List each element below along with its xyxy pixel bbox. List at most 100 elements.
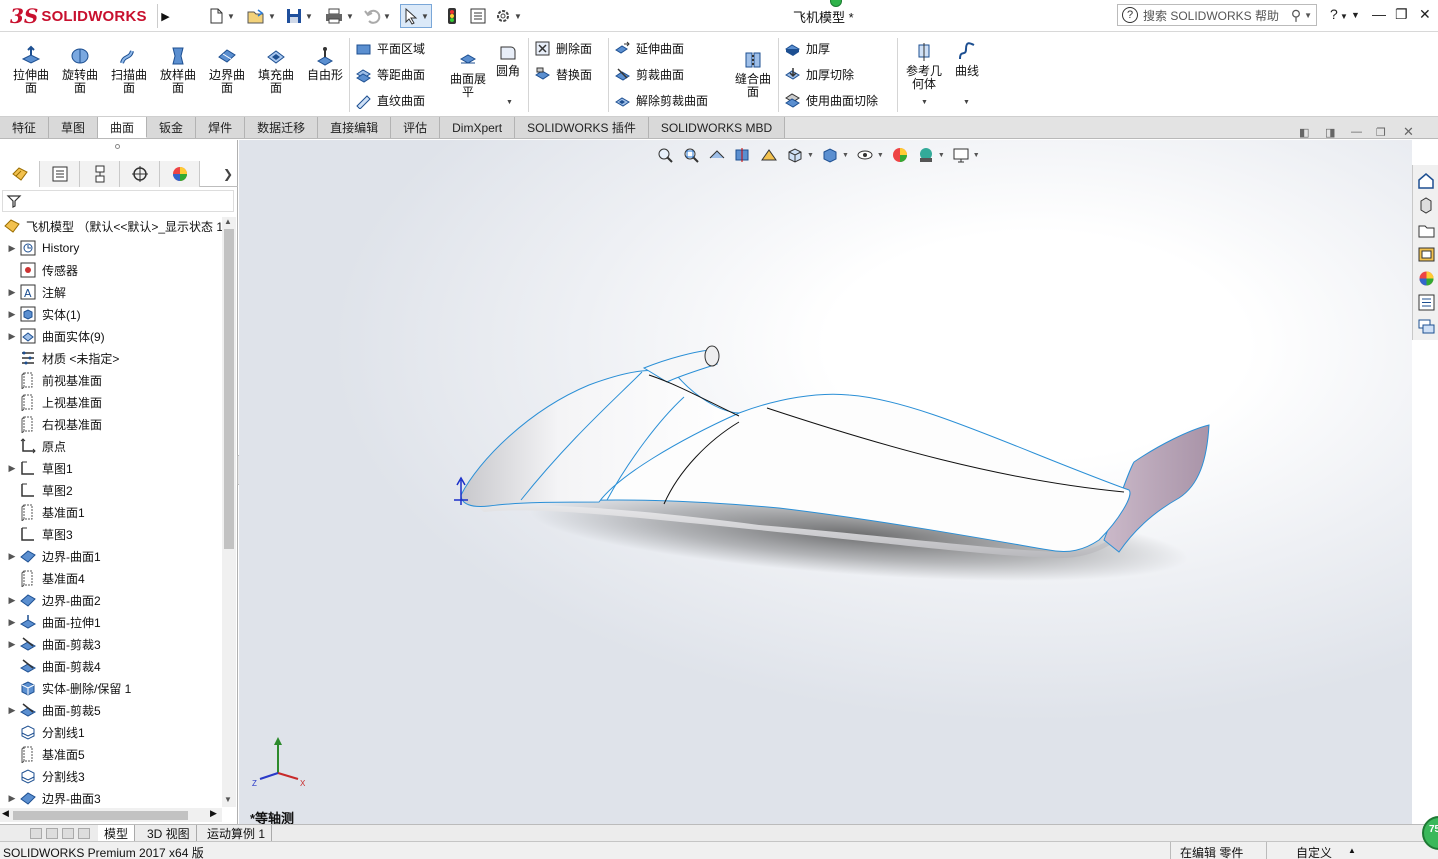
expand-arrow-icon[interactable]: ▶: [5, 551, 19, 562]
tree-item[interactable]: 实体-删除/保留 1: [0, 677, 222, 699]
tree-item[interactable]: ▶ History: [0, 237, 222, 259]
file-properties-button[interactable]: [469, 6, 487, 26]
tree-item[interactable]: ▶ A 注解: [0, 281, 222, 303]
options-button[interactable]: ▼: [494, 6, 522, 26]
dynamic-annotation-icon[interactable]: [759, 146, 779, 164]
reference-geometry-button[interactable]: 参考几何体: [901, 41, 947, 91]
file-explorer-icon[interactable]: [1417, 221, 1436, 240]
expand-arrow-icon[interactable]: ▶: [5, 793, 19, 804]
tree-item[interactable]: ▶ 曲面-剪裁3: [0, 633, 222, 655]
units-custom[interactable]: 自定义: [1296, 844, 1332, 859]
tree-item[interactable]: 基准面4: [0, 567, 222, 589]
display-style-dropdown-icon[interactable]: ▼: [842, 152, 849, 159]
tab-sketch[interactable]: 草图: [49, 117, 99, 138]
tree-item[interactable]: ▶ 草图1: [0, 457, 222, 479]
panel-grip-icon[interactable]: [115, 144, 120, 149]
scroll-right-icon[interactable]: ▶: [210, 808, 217, 819]
help-search-input[interactable]: ? 搜索 SOLIDWORKS 帮助 ⚲ ▼: [1117, 4, 1317, 26]
home-icon[interactable]: [1417, 171, 1436, 190]
rebuild-button[interactable]: [446, 6, 458, 26]
open-document-button[interactable]: ▼: [246, 6, 276, 26]
loft-surface-button[interactable]: 放样曲面: [155, 45, 201, 95]
delete-face-button[interactable]: 删除面: [534, 39, 592, 57]
extend-surface-button[interactable]: 延伸曲面: [614, 39, 684, 57]
sweep-surface-button[interactable]: 扫描曲面: [106, 45, 152, 95]
tab-dimxpert[interactable]: DimXpert: [440, 117, 516, 138]
tab-mbd[interactable]: SOLIDWORKS MBD: [648, 117, 786, 138]
curves-button[interactable]: 曲线: [945, 41, 989, 78]
zoom-to-area-icon[interactable]: [681, 146, 701, 164]
expand-arrow-icon[interactable]: ▶: [5, 463, 19, 474]
tree-item[interactable]: 前视基准面: [0, 369, 222, 391]
tree-item[interactable]: 草图3: [0, 523, 222, 545]
tab-sheet-metal[interactable]: 钣金: [147, 117, 197, 138]
tree-item[interactable]: 曲面-剪裁4: [0, 655, 222, 677]
expand-arrow-icon[interactable]: ▶: [5, 705, 19, 716]
view-orientation-dropdown-icon[interactable]: ▼: [807, 152, 814, 159]
tree-item[interactable]: 分割线1: [0, 721, 222, 743]
tree-item[interactable]: 原点: [0, 435, 222, 457]
search-dropdown-icon[interactable]: ▼: [1304, 11, 1312, 20]
revolve-surface-button[interactable]: 旋转曲面: [57, 45, 103, 95]
expand-arrow-icon[interactable]: ▶: [5, 595, 19, 606]
tab-data-migration[interactable]: 数据迁移: [245, 117, 319, 138]
help-menu-button[interactable]: ? ▼: [1330, 6, 1348, 22]
surface-flatten-button[interactable]: 曲面展平: [445, 49, 491, 99]
viewport-close-icon[interactable]: ✕: [1403, 124, 1414, 140]
viewport-restore-icon[interactable]: ❐: [1376, 126, 1386, 139]
tab-addins[interactable]: SOLIDWORKS 插件: [515, 117, 649, 138]
ruled-surface-button[interactable]: 直纹曲面: [355, 91, 425, 109]
units-dropdown-icon[interactable]: ▲: [1348, 846, 1356, 855]
tree-item[interactable]: 传感器: [0, 259, 222, 281]
scroll-down-icon[interactable]: ▼: [224, 795, 232, 804]
tree-item[interactable]: ▶ 曲面-拉伸1: [0, 611, 222, 633]
tree-root-part[interactable]: 飞机模型 （默认<<默认>_显示状态 1: [0, 215, 222, 237]
tab-model[interactable]: 模型: [98, 825, 136, 842]
tree-item[interactable]: ▶ 边界-曲面3: [0, 787, 222, 807]
tree-item[interactable]: ▶ 曲面实体(9): [0, 325, 222, 347]
tree-item[interactable]: 右视基准面: [0, 413, 222, 435]
panel-more-arrow-icon[interactable]: ❯: [200, 161, 238, 186]
thicken-button[interactable]: 加厚: [784, 39, 830, 57]
viewport-minimize-icon[interactable]: —: [1351, 126, 1362, 138]
airplane-model[interactable]: [239, 140, 1412, 824]
new-document-button[interactable]: ▼: [207, 6, 235, 26]
scroll-up-icon[interactable]: ▲: [224, 217, 232, 226]
dimxpert-manager-tab[interactable]: [120, 161, 160, 187]
reference-geometry-dropdown-icon[interactable]: ▼: [921, 99, 928, 106]
expand-arrow-icon[interactable]: ▶: [5, 331, 19, 342]
offset-surface-button[interactable]: 等距曲面: [355, 65, 425, 83]
appearances-icon[interactable]: [1417, 269, 1436, 288]
tree-item[interactable]: 基准面1: [0, 501, 222, 523]
freeform-button[interactable]: 自由形: [302, 45, 348, 82]
solidworks-logo[interactable]: 3S SOLIDWORKS: [10, 3, 147, 29]
view-palette-icon[interactable]: [1417, 245, 1436, 264]
apply-scene-dropdown-icon[interactable]: ▼: [938, 152, 945, 159]
scroll-left-icon[interactable]: ◀: [2, 808, 9, 819]
fillet-button[interactable]: 圆角: [487, 41, 529, 78]
display-manager-tab[interactable]: [160, 161, 200, 187]
expand-arrow-icon[interactable]: ▶: [5, 309, 19, 320]
save-button[interactable]: ▼: [285, 6, 313, 26]
tree-vertical-scrollbar[interactable]: ▲ ▼: [222, 217, 236, 807]
view-orientation-icon[interactable]: [785, 146, 805, 164]
zoom-to-fit-icon[interactable]: [655, 146, 675, 164]
restore-button[interactable]: ❐: [1395, 6, 1408, 23]
untrim-surface-button[interactable]: 解除剪裁曲面: [614, 91, 708, 109]
tab-surfaces[interactable]: 曲面: [98, 117, 148, 138]
forum-icon[interactable]: [1417, 317, 1436, 336]
configuration-manager-tab[interactable]: [80, 161, 120, 187]
next-tab-nav-icon[interactable]: [62, 828, 74, 839]
minimize-button[interactable]: —: [1372, 6, 1386, 22]
expand-arrow-icon[interactable]: ▶: [5, 243, 19, 254]
custom-properties-icon[interactable]: [1417, 293, 1436, 312]
tree-item[interactable]: 草图2: [0, 479, 222, 501]
view-settings-icon[interactable]: [951, 146, 971, 164]
tab-3d-views[interactable]: 3D 视图: [141, 825, 197, 842]
tab-weldments[interactable]: 焊件: [196, 117, 246, 138]
section-view-icon[interactable]: [733, 146, 753, 164]
display-style-icon[interactable]: [820, 146, 840, 164]
tree-item[interactable]: 基准面5: [0, 743, 222, 765]
close-button[interactable]: ✕: [1419, 6, 1431, 23]
help-dropdown-icon[interactable]: ▼: [1351, 10, 1360, 20]
